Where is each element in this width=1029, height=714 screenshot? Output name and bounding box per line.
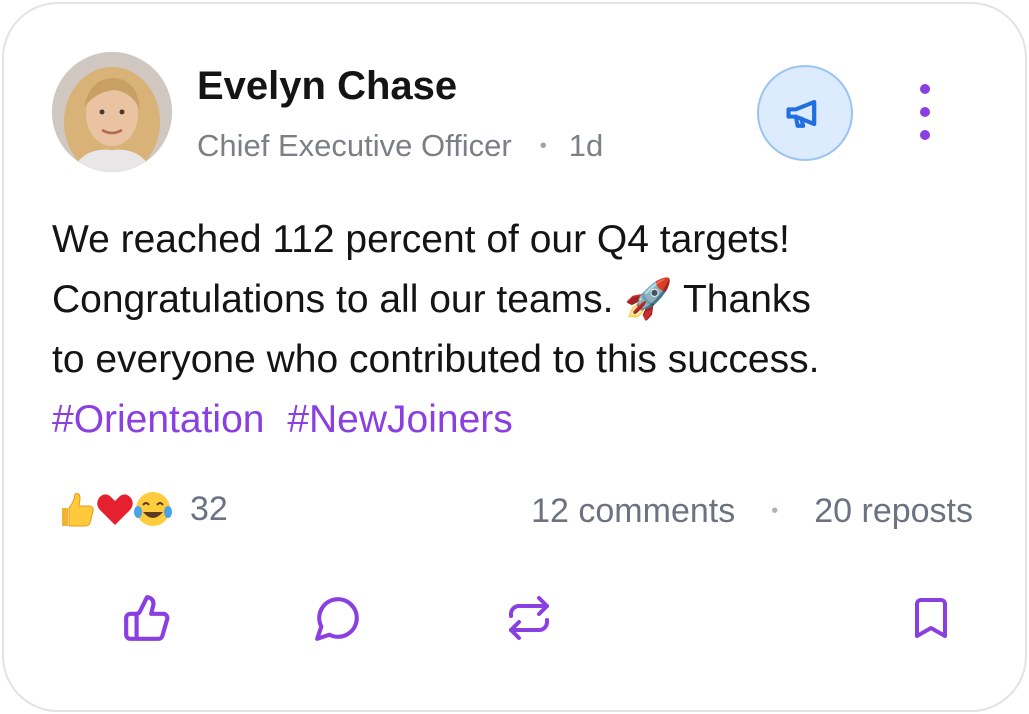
hashtag-link[interactable]: #Orientation: [52, 398, 264, 441]
author-title: Chief Executive Officer: [197, 128, 512, 163]
thumbs-up-emoji: [62, 493, 94, 527]
engagement-stats: 12 comments • 20 reposts: [531, 488, 973, 534]
repost-button[interactable]: [499, 588, 559, 648]
hashtag-list: #Orientation #NewJoiners: [52, 390, 1002, 450]
author-meta: Chief Executive Officer • 1d: [197, 126, 603, 166]
post-card: Evelyn Chase Chief Executive Officer • 1…: [2, 2, 1027, 712]
hashtag-link[interactable]: #NewJoiners: [287, 398, 512, 441]
more-dot: [920, 107, 930, 117]
post-body-line: to everyone who contributed to this succ…: [52, 338, 820, 381]
post-time: 1d: [568, 128, 604, 163]
tears-of-joy-emoji: [134, 492, 172, 526]
repost-icon: [509, 596, 549, 640]
action-bar: [4, 588, 1029, 648]
comment-button[interactable]: [308, 588, 368, 648]
announcement-button[interactable]: [757, 65, 853, 161]
bookmark-button[interactable]: [901, 588, 961, 648]
post-body: We reached 112 percent of our Q4 targets…: [52, 210, 1002, 450]
more-options-button[interactable]: [908, 84, 942, 140]
post-body-line: Congratulations to all our teams. 🚀 Than…: [52, 278, 811, 321]
reactions-summary[interactable]: 32: [56, 488, 228, 530]
like-button[interactable]: [117, 588, 177, 648]
more-dot: [920, 84, 930, 94]
red-heart-emoji: [97, 494, 133, 525]
separator-dot: •: [539, 135, 547, 157]
comments-count-link[interactable]: 12 comments: [531, 492, 735, 531]
author-name[interactable]: Evelyn Chase: [197, 62, 457, 110]
separator-dot: •: [771, 499, 779, 522]
post-body-line: We reached 112 percent of our Q4 targets…: [52, 218, 790, 261]
reaction-count: 32: [190, 489, 228, 528]
like-icon: [124, 595, 170, 641]
comment-icon: [315, 597, 359, 641]
bookmark-icon: [915, 598, 947, 638]
more-dot: [920, 130, 930, 140]
reposts-count-link[interactable]: 20 reposts: [814, 492, 973, 531]
megaphone-icon: [786, 99, 817, 128]
author-avatar[interactable]: [52, 52, 172, 172]
